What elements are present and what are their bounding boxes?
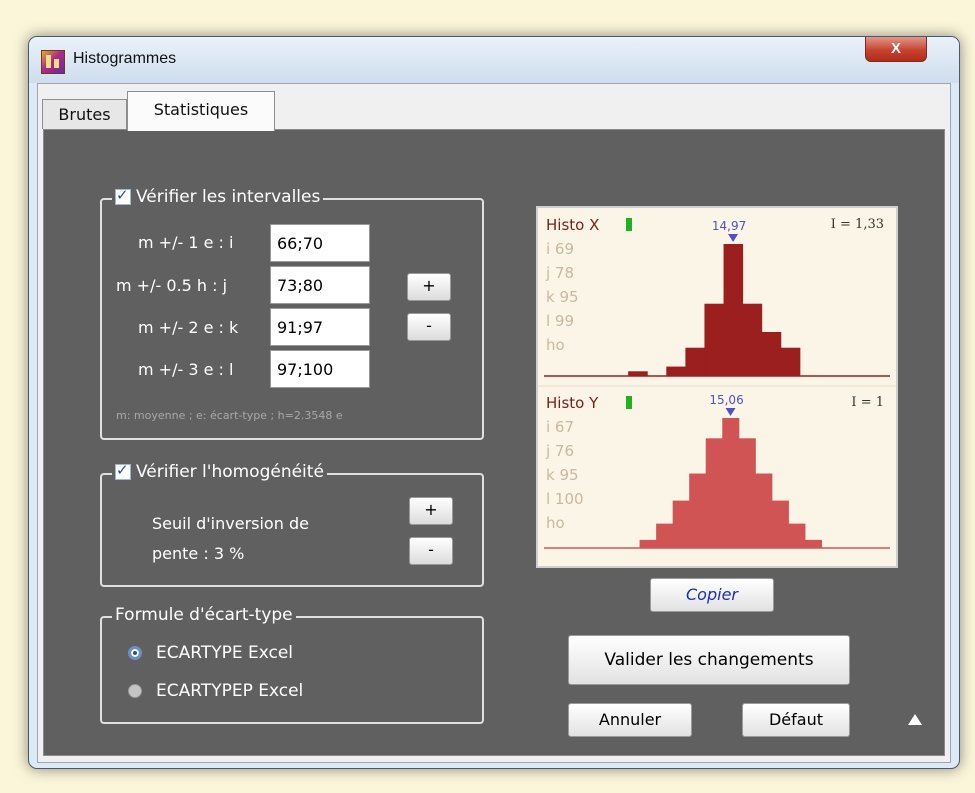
histo-x-bar [704,303,725,376]
interval-field-l[interactable] [270,350,370,388]
window-client: Brutes Statistiques Vérifier les interva… [37,83,951,763]
histo-x-title: Histo X [546,216,599,234]
statistics-panel: Vérifier les intervalles m +/- 1 e : i m… [43,129,945,756]
histo-y-bar [804,539,822,548]
interval-field-j[interactable] [270,266,370,304]
histo-y-stat: j 76 [545,442,574,460]
histo-x-bar [685,347,705,376]
histo-x-stat: j 78 [545,264,574,282]
slope-threshold-line1: Seuil d'inversion de [152,514,309,533]
histo-x-stat: ho [546,336,565,354]
radio-ecartypep-label: ECARTYPEP Excel [156,681,304,701]
interval-label-i: m +/- 1 e : i [138,233,234,252]
close-button[interactable]: X [865,37,927,62]
intervals-plus-button[interactable]: + [407,273,451,301]
homogeneity-plus-button[interactable]: + [409,497,453,525]
histo-y-stat: ho [546,514,565,532]
histo-x-info: I = 1,33 [831,217,884,232]
histo-x-indicator-icon [626,218,632,231]
histo-x-stat: k 95 [546,288,579,306]
interval-field-k[interactable] [270,308,370,346]
formula-group [100,616,484,724]
histo-x-peak-marker-icon [728,234,739,242]
intervals-legend-label: Vérifier les intervalles [136,187,321,207]
histo-x-bar [723,244,744,376]
default-button[interactable]: Défaut [742,703,850,737]
histo-y-stat: k 95 [546,466,579,484]
histo-y-stat: l 100 [546,490,584,508]
homogeneity-minus-button[interactable]: - [409,537,453,565]
histo-y-bar [722,418,740,548]
histo-x-bar [742,303,763,376]
histo-y-bar [738,438,756,548]
intervals-minus-button[interactable]: - [407,313,451,341]
interval-field-i[interactable] [270,224,370,262]
radio-ecartype-label: ECARTYPE Excel [156,643,294,663]
homogeneity-checkbox[interactable] [115,461,131,480]
histo-y-peak-label: 15,06 [709,393,743,407]
histo-y-bar [755,473,773,548]
histo-y-bar [771,500,789,548]
slope-threshold-line2: pente : 3 % [152,544,245,563]
histo-x-peak-label: 14,97 [712,219,746,233]
histo-y-bar [656,523,674,548]
homogeneity-legend: Vérifier l'homogénéité [112,461,327,482]
histo-y-bar [639,539,657,548]
window-title: Histogrammes [73,50,177,67]
interval-label-k: m +/- 2 e : k [138,318,239,337]
intervals-note: m: moyenne ; e: écart-type ; h=2.3548 e [116,409,343,422]
histo-y-bar [672,500,690,548]
histo-y-bar [788,523,806,548]
histogram-chart: Histo X I = 1,33 i 69 j 78 k 95 l 99 ho 14,97 Hi… [536,206,898,568]
histo-x-bar [761,332,782,376]
histogram-svg: Histo X I = 1,33 i 69 j 78 k 95 l 99 ho 14,97 Hi… [538,216,896,549]
histo-x-bar [780,347,801,376]
histo-y-bar [689,473,707,548]
homogeneity-legend-label: Vérifier l'homogénéité [136,462,324,482]
histo-y-peak-marker-icon [725,408,736,416]
histo-x-stat: l 99 [546,312,574,330]
radio-ecartype-dot[interactable] [128,646,142,660]
interval-label-j: m +/- 0.5 h : j [116,276,228,295]
histo-y-title: Histo Y [546,394,599,412]
radio-ecartypep-dot[interactable] [128,684,142,698]
intervals-legend: Vérifier les intervalles [112,186,324,207]
intervals-checkbox[interactable] [115,186,131,205]
radio-ecartypep[interactable]: ECARTYPEP Excel [128,681,303,701]
histogram-window: Histogrammes X Brutes Statistiques Vérif… [28,36,960,769]
histo-x-bar [666,366,686,376]
cancel-button[interactable]: Annuler [568,703,692,737]
histo-y-bar [705,438,723,548]
histo-x-stat: i 69 [546,240,574,258]
tab-statistiques[interactable]: Statistiques [127,91,275,131]
validate-changes-button[interactable]: Valider les changements [568,635,850,685]
app-icon [41,50,65,74]
collapse-arrow-icon[interactable] [908,714,922,725]
histo-y-stat: i 67 [546,418,574,436]
histo-y-indicator-icon [626,396,632,409]
title-bar[interactable]: Histogrammes X [29,37,959,83]
histo-y-info: I = 1 [851,395,884,410]
radio-ecartype[interactable]: ECARTYPE Excel [128,643,293,663]
interval-label-l: m +/- 3 e : l [138,360,234,379]
formula-legend: Formule d'écart-type [112,605,296,625]
copy-button[interactable]: Copier [650,578,774,612]
tab-brutes[interactable]: Brutes [42,99,127,129]
